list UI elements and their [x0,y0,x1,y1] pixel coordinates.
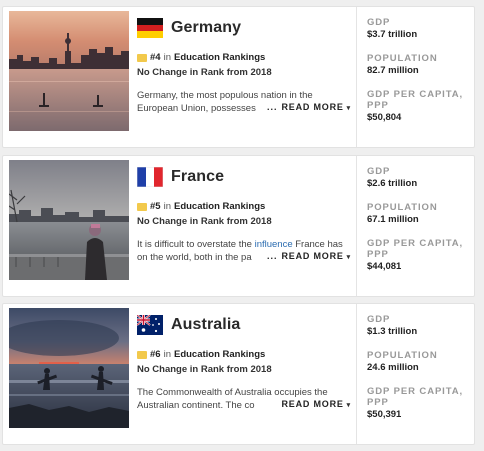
rank-number: #4 [150,52,161,63]
rank-change: No Change in Rank from 2018 [137,216,272,227]
country-title[interactable]: Germany [171,19,241,37]
ribbon-icon [137,202,147,211]
influence-link[interactable]: influence [255,239,293,250]
stats-panel: GDP $1.3 trillion POPULATION 24.6 millio… [356,304,474,444]
population-value: 67.1 million [367,214,419,225]
gdp-value: $1.3 trillion [367,326,418,337]
rank-number: #6 [150,349,161,360]
read-more-button[interactable]: ... READ MORE ▾ [262,102,351,112]
rank-number: #5 [150,201,161,212]
australia-flag-icon [137,315,163,335]
read-more-button[interactable]: READ MORE ▾ [277,399,351,409]
ranking-link[interactable]: Education Rankings [174,201,265,212]
gdp-value: $2.6 trillion [367,178,418,189]
country-card-australia[interactable]: Australia #6 in Education Rankings No Ch… [2,303,475,445]
germany-photo[interactable] [9,11,129,131]
gdp-per-capita-value: $50,391 [367,409,402,420]
read-more-button[interactable]: ... READ MORE ▾ [262,251,351,261]
chevron-down-icon: ▾ [346,105,351,112]
rank-line: #6 in Education Rankings [137,349,265,360]
ranking-link[interactable]: Education Rankings [174,349,265,360]
country-card-germany[interactable]: Germany #4 in Education Rankings No Chan… [2,6,475,148]
germany-flag-icon [137,18,163,38]
country-card-france[interactable]: France #5 in Education Rankings No Chang… [2,155,475,297]
chevron-down-icon: ▾ [346,402,351,409]
france-flag-icon [137,167,163,187]
country-title[interactable]: Australia [171,316,240,334]
ribbon-icon [137,350,147,359]
stats-panel: GDP $2.6 trillion POPULATION 67.1 millio… [356,156,474,296]
chevron-down-icon: ▾ [346,254,351,261]
population-value: 24.6 million [367,362,419,373]
country-title[interactable]: France [171,168,224,186]
rank-line: #5 in Education Rankings [137,201,265,212]
rank-change: No Change in Rank from 2018 [137,67,272,78]
gdp-per-capita-value: $50,804 [367,112,402,123]
ranking-link[interactable]: Education Rankings [174,52,265,63]
population-value: 82.7 million [367,65,419,76]
australia-photo[interactable] [9,308,129,428]
gdp-per-capita-value: $44,081 [367,261,402,272]
ribbon-icon [137,53,147,62]
rank-line: #4 in Education Rankings [137,52,265,63]
france-photo[interactable] [9,160,129,280]
gdp-value: $3.7 trillion [367,29,418,40]
rank-change: No Change in Rank from 2018 [137,364,272,375]
stats-panel: GDP $3.7 trillion POPULATION 82.7 millio… [356,7,474,147]
